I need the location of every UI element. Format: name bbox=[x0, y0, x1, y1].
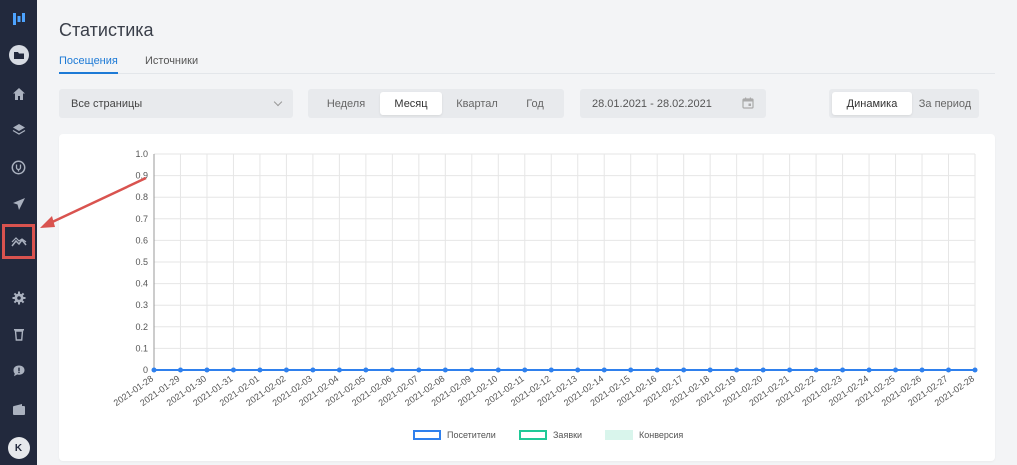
y-tick-label: 0.8 bbox=[135, 192, 148, 202]
data-point bbox=[575, 367, 581, 373]
data-point bbox=[707, 367, 713, 373]
legend-conversion[interactable]: Конверсия bbox=[605, 428, 683, 442]
data-point bbox=[469, 367, 475, 373]
tab-sources[interactable]: Источники bbox=[145, 55, 198, 67]
data-point bbox=[416, 367, 422, 373]
period-switcher: Неделя Месяц Квартал Год bbox=[308, 89, 564, 118]
data-point bbox=[257, 367, 263, 373]
y-tick-label: 0.4 bbox=[135, 279, 148, 289]
y-tick-label: 1.0 bbox=[135, 149, 148, 159]
data-point bbox=[177, 367, 183, 373]
chat-icon[interactable] bbox=[0, 356, 37, 386]
data-point bbox=[919, 367, 925, 373]
data-point bbox=[522, 367, 528, 373]
page-title: Статистика bbox=[59, 20, 154, 40]
line-chart: 00.10.20.30.40.50.60.70.80.91.02021-01-2… bbox=[112, 149, 978, 408]
legend-requests-label: Заявки bbox=[553, 430, 583, 440]
data-point bbox=[310, 367, 316, 373]
period-week-button[interactable]: Неделя bbox=[314, 92, 378, 115]
mode-switcher: Динамика За период bbox=[829, 89, 979, 118]
legend-conversion-label: Конверсия bbox=[639, 430, 684, 440]
data-point bbox=[760, 367, 766, 373]
chevron-down-icon bbox=[273, 97, 283, 107]
data-point bbox=[734, 367, 740, 373]
data-point bbox=[813, 367, 819, 373]
data-point bbox=[442, 367, 448, 373]
y-tick-label: 0.7 bbox=[135, 214, 148, 224]
wallet-icon[interactable] bbox=[0, 394, 37, 424]
y-tick-label: 0 bbox=[143, 365, 148, 375]
data-point bbox=[628, 367, 634, 373]
page-select[interactable]: Все страницы bbox=[59, 89, 293, 118]
avatar[interactable]: K bbox=[0, 433, 37, 463]
data-point bbox=[946, 367, 952, 373]
main-content: Статистика Посещения Источники Все стран… bbox=[37, 0, 1017, 465]
chart-card: 0 0.1 0.2 0.3 0.4 0.5 0.6 0.7 0.8 0.9 1.0 2021-01-2… bbox=[59, 134, 995, 461]
date-range-input[interactable]: 28.01.2021 - 28.02.2021 bbox=[580, 89, 766, 118]
y-tick-label: 0.3 bbox=[135, 300, 148, 310]
layers-icon[interactable] bbox=[0, 115, 37, 145]
plug-icon[interactable] bbox=[0, 152, 37, 182]
calendar-icon[interactable] bbox=[742, 97, 754, 112]
gear-icon[interactable] bbox=[0, 283, 37, 313]
data-point bbox=[972, 367, 978, 373]
legend-requests[interactable]: Заявки bbox=[519, 428, 582, 442]
y-tick-label: 0.9 bbox=[135, 171, 148, 181]
y-tick-label: 0.2 bbox=[135, 322, 148, 332]
data-point bbox=[681, 367, 687, 373]
legend-conversion-swatch bbox=[605, 430, 633, 440]
data-point bbox=[787, 367, 793, 373]
legend-visitors-swatch bbox=[413, 430, 441, 440]
home-icon[interactable] bbox=[0, 79, 37, 109]
data-point bbox=[548, 367, 554, 373]
tab-bar: Посещения Источники bbox=[59, 50, 995, 74]
data-point bbox=[389, 367, 395, 373]
period-month-button[interactable]: Месяц bbox=[380, 92, 442, 115]
data-point bbox=[893, 367, 899, 373]
logo-icon[interactable] bbox=[0, 4, 37, 34]
data-point bbox=[840, 367, 846, 373]
data-point bbox=[866, 367, 872, 373]
sidebar: K bbox=[0, 0, 37, 465]
data-point bbox=[283, 367, 289, 373]
mode-period-button[interactable]: За период bbox=[914, 92, 976, 115]
avatar-letter: K bbox=[7, 437, 30, 459]
legend-requests-swatch bbox=[519, 430, 547, 440]
y-tick-label: 0.6 bbox=[135, 235, 148, 245]
data-point bbox=[363, 367, 369, 373]
y-tick-label: 0.1 bbox=[135, 343, 148, 353]
date-range-value: 28.01.2021 - 28.02.2021 bbox=[592, 98, 712, 110]
send-icon[interactable] bbox=[0, 189, 37, 219]
tab-visits[interactable]: Посещения bbox=[59, 55, 118, 67]
legend-visitors[interactable]: Посетители bbox=[413, 428, 496, 442]
period-year-button[interactable]: Год bbox=[512, 92, 558, 115]
data-point bbox=[654, 367, 660, 373]
data-point bbox=[336, 367, 342, 373]
trash-icon[interactable] bbox=[0, 319, 37, 349]
folder-icon[interactable] bbox=[0, 40, 37, 70]
legend-visitors-label: Посетители bbox=[447, 430, 496, 440]
data-point bbox=[495, 367, 501, 373]
mode-dynamics-button[interactable]: Динамика bbox=[832, 92, 912, 115]
active-tab-indicator bbox=[59, 72, 118, 74]
page-select-value: Все страницы bbox=[71, 98, 143, 110]
data-point bbox=[601, 367, 607, 373]
data-point bbox=[230, 367, 236, 373]
period-quarter-button[interactable]: Квартал bbox=[444, 92, 510, 115]
data-point bbox=[204, 367, 210, 373]
y-tick-label: 0.5 bbox=[135, 257, 148, 267]
highlight-frame bbox=[2, 224, 35, 259]
data-point bbox=[151, 367, 157, 373]
